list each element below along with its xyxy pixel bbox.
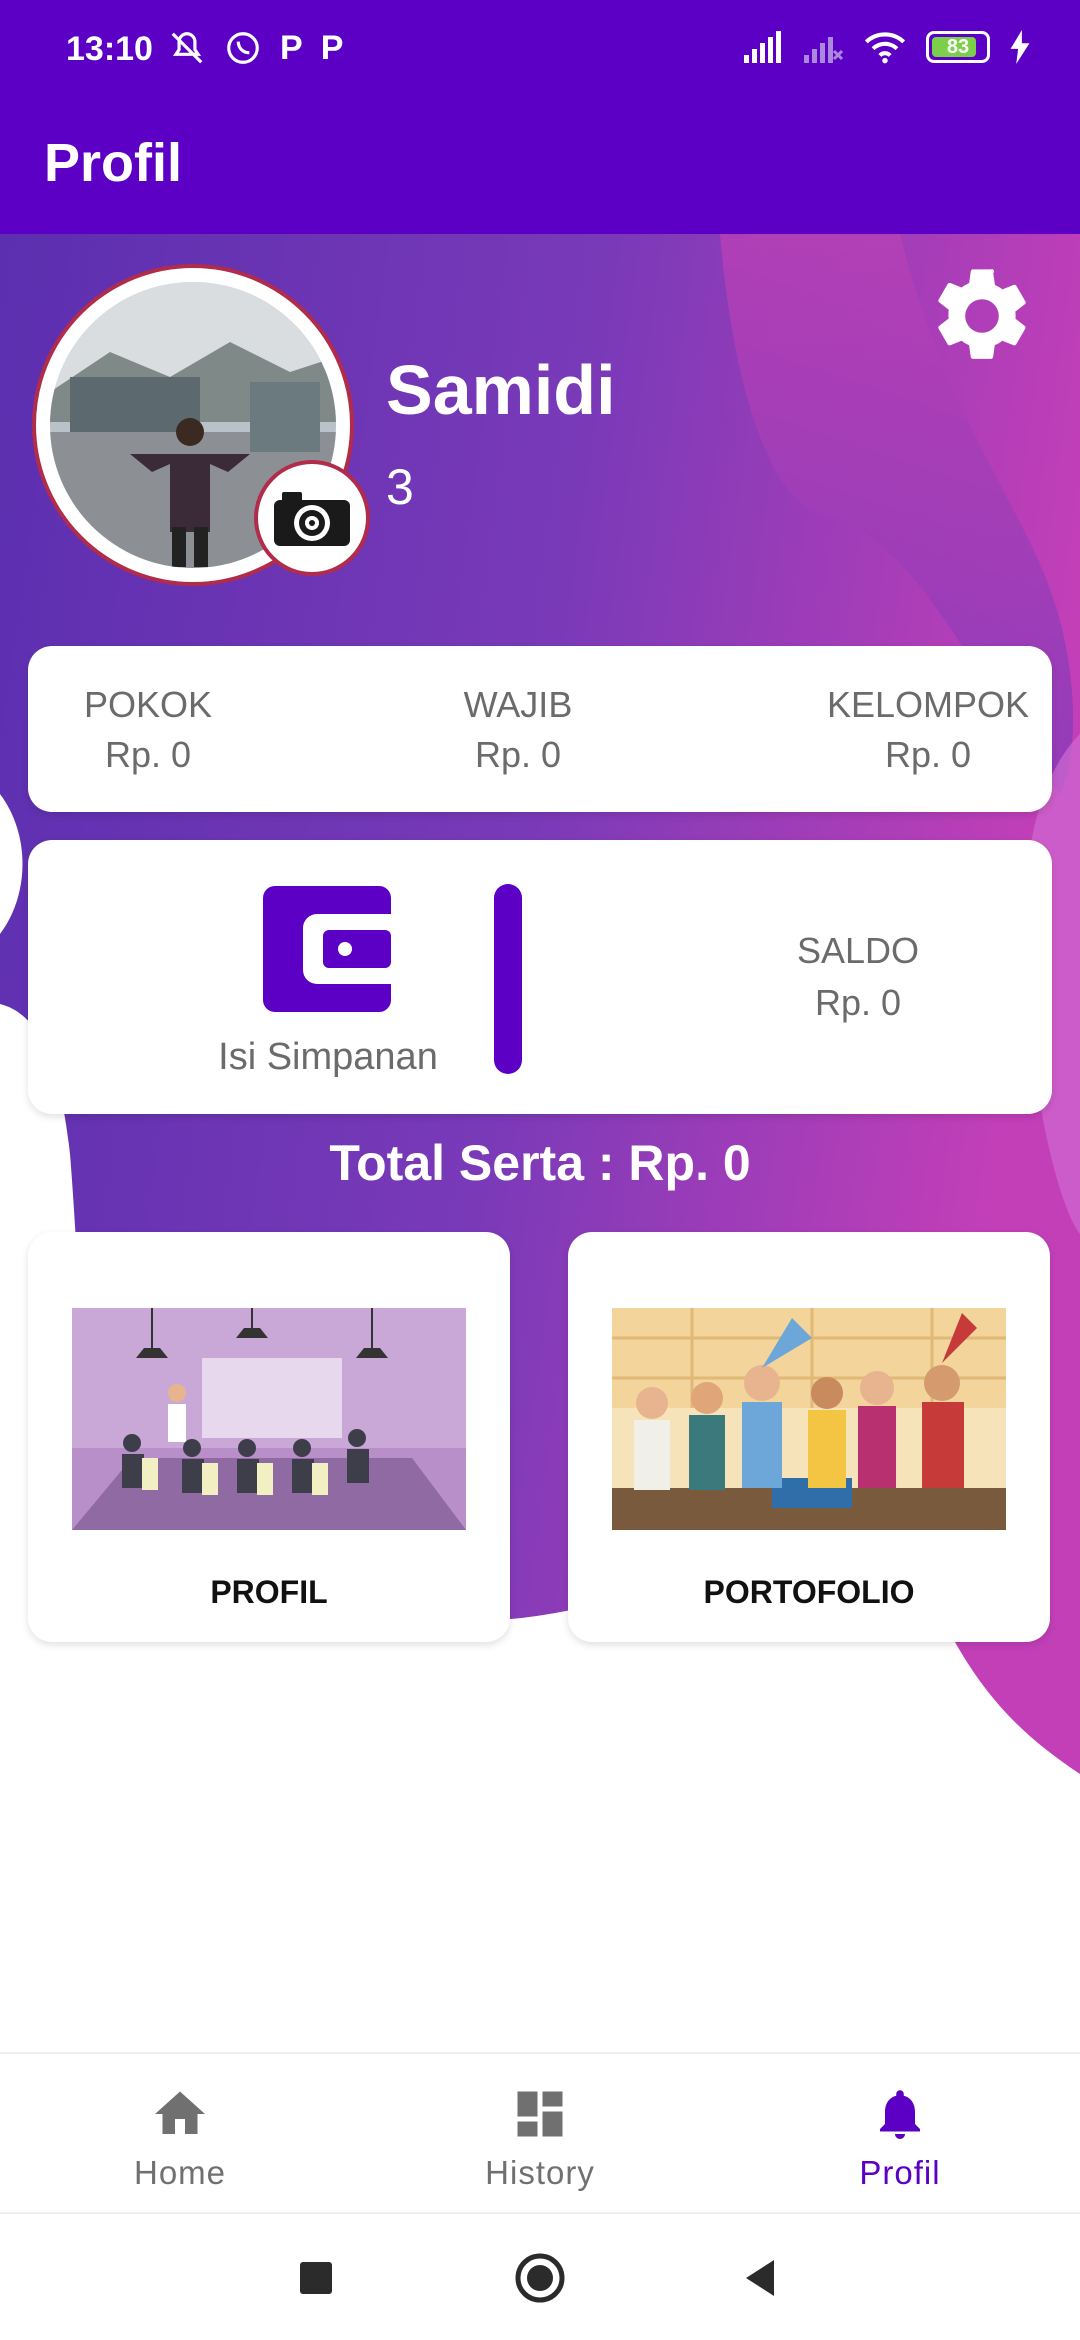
isi-simpanan-label: Isi Simpanan xyxy=(218,1036,438,1078)
home-icon xyxy=(155,2091,205,2134)
nav-label: Home xyxy=(133,2154,227,2191)
nav-item-history[interactable]: History xyxy=(360,2054,720,2212)
p-app-icon: P xyxy=(280,29,303,67)
balance-card: Isi Simpanan SALDO Rp. 0 xyxy=(28,840,1052,1114)
saving-wajib: WAJIB Rp. 0 xyxy=(418,682,618,782)
home-button[interactable] xyxy=(510,2248,570,2308)
nav-label: Profil xyxy=(859,2154,941,2191)
bottom-navigation: Home History Profil xyxy=(0,2052,1080,2210)
camera-icon xyxy=(274,492,350,546)
bell-icon xyxy=(880,2090,920,2139)
total-serta: Total Serta : Rp. 0 xyxy=(329,1135,751,1191)
user-number: 3 xyxy=(386,459,414,515)
saving-pokok: POKOK Rp. 0 xyxy=(48,682,248,782)
divider xyxy=(494,884,522,1074)
whatsapp-icon xyxy=(227,32,259,64)
status-bar: 13:10 P P 83 xyxy=(0,0,1080,100)
isi-simpanan-button[interactable]: Isi Simpanan xyxy=(178,886,478,1096)
saving-value: Rp. 0 xyxy=(104,734,192,775)
user-name: Samidi xyxy=(386,351,616,429)
nav-label: History xyxy=(485,2154,595,2191)
mute-icon xyxy=(171,32,203,64)
saving-value: Rp. 0 xyxy=(474,734,562,775)
gear-icon xyxy=(938,269,1026,359)
team-illustration xyxy=(612,1308,1006,1530)
page-title: Profil xyxy=(44,133,183,193)
notification-icons: P P xyxy=(168,28,343,68)
meeting-illustration xyxy=(72,1308,466,1530)
battery-icon: 83 xyxy=(926,31,990,63)
app-bar: Profil xyxy=(0,100,1080,234)
p-app-icon: P xyxy=(320,29,344,67)
signal-off-icon xyxy=(804,37,844,63)
change-photo-button[interactable] xyxy=(254,460,370,576)
nav-item-home[interactable]: Home xyxy=(0,2054,360,2212)
back-button[interactable] xyxy=(732,2248,792,2308)
menu-card-portofolio[interactable]: PORTOFOLIO xyxy=(568,1232,1050,1642)
charging-icon xyxy=(1010,30,1030,64)
settings-button[interactable] xyxy=(920,254,1044,378)
saldo-value: Rp. 0 xyxy=(814,982,902,1023)
nav-item-profil[interactable]: Profil xyxy=(720,2054,1080,2212)
saving-label: WAJIB xyxy=(463,684,573,725)
system-status-icons: 83 xyxy=(744,30,1030,64)
dashboard-icon xyxy=(517,2091,563,2137)
status-time: 13:10 xyxy=(66,30,153,68)
saving-label: POKOK xyxy=(83,684,213,725)
recent-apps-button[interactable] xyxy=(286,2248,346,2308)
signal-icon xyxy=(744,31,781,63)
wifi-icon xyxy=(864,32,906,64)
saldo-display: SALDO Rp. 0 xyxy=(708,928,1008,1032)
saving-label: KELOMPOK xyxy=(826,684,1030,725)
menu-label: PORTOFOLIO xyxy=(703,1574,915,1610)
menu-card-profil[interactable]: PROFIL xyxy=(28,1232,510,1642)
wallet-icon xyxy=(263,886,391,1012)
battery-level: 83 xyxy=(946,35,970,58)
savings-summary-card: POKOK Rp. 0 WAJIB Rp. 0 KELOMPOK Rp. 0 xyxy=(28,646,1052,812)
saldo-label: SALDO xyxy=(796,930,920,971)
system-navigation-bar xyxy=(0,2212,1080,2340)
saving-kelompok: KELOMPOK Rp. 0 xyxy=(808,682,1048,782)
menu-label: PROFIL xyxy=(210,1574,328,1610)
saving-value: Rp. 0 xyxy=(884,734,972,775)
